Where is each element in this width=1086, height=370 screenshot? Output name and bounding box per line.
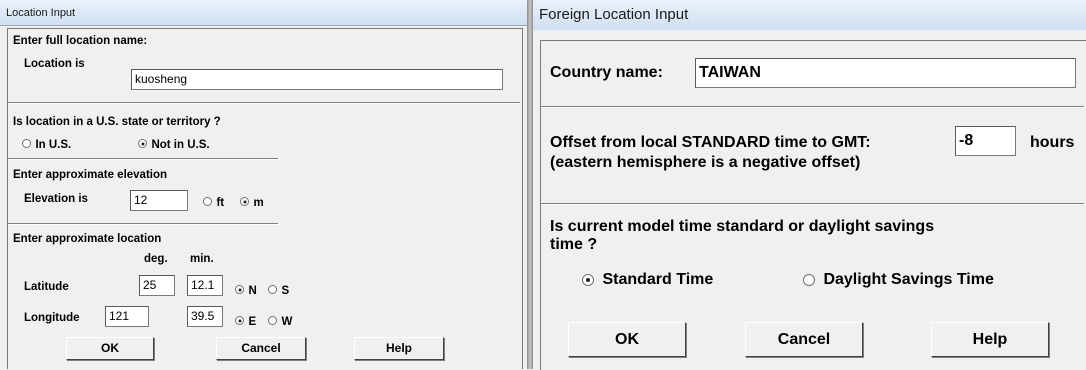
- location-name-input[interactable]: kuosheng: [131, 69, 503, 90]
- latitude-deg-input[interactable]: 25: [139, 275, 175, 296]
- location-dialog-title: Location Input: [0, 0, 527, 26]
- offset-label: Offset from local STANDARD time to GMT:: [550, 134, 871, 151]
- divider: [541, 203, 1084, 205]
- deg-header: deg.: [144, 253, 168, 265]
- radio-unselected-icon: [803, 273, 815, 286]
- longitude-label: Longitude: [24, 312, 80, 324]
- radio-selected-icon: [138, 139, 147, 149]
- time-question-line1: Is current model time standard or daylig…: [550, 218, 935, 235]
- e-label: E: [248, 316, 257, 328]
- radio-unselected-icon: [22, 139, 31, 149]
- foreign-help-button[interactable]: Help: [931, 322, 1049, 357]
- country-name-label: Country name:: [550, 64, 663, 81]
- divider: [541, 106, 1084, 108]
- radio-selected-icon: [240, 197, 249, 207]
- location-help-button[interactable]: Help: [354, 337, 444, 360]
- m-label: m: [253, 197, 264, 209]
- hours-label: hours: [1030, 134, 1075, 151]
- standard-time-label: Standard Time: [602, 271, 714, 288]
- in-us-label: In U.S.: [35, 139, 72, 151]
- foreign-cancel-button[interactable]: Cancel: [745, 322, 863, 357]
- east-radio[interactable]: E: [235, 312, 256, 330]
- radio-unselected-icon: [268, 285, 277, 295]
- latitude-label: Latitude: [24, 281, 69, 293]
- west-radio[interactable]: W: [268, 312, 292, 330]
- elevation-input[interactable]: 12: [130, 190, 188, 211]
- daylight-savings-radio[interactable]: Daylight Savings Time: [803, 271, 994, 289]
- longitude-deg-input[interactable]: 121: [105, 306, 149, 327]
- radio-selected-icon: [235, 316, 244, 326]
- standard-time-radio[interactable]: Standard Time: [582, 271, 713, 289]
- north-radio[interactable]: N: [235, 281, 257, 299]
- not-in-us-radio[interactable]: Not in U.S.: [138, 135, 210, 153]
- not-in-us-label: Not in U.S.: [151, 139, 210, 151]
- n-label: N: [248, 285, 257, 297]
- location-cancel-button[interactable]: Cancel: [216, 337, 306, 360]
- min-header: min.: [190, 253, 214, 265]
- in-us-radio[interactable]: In U.S.: [22, 135, 71, 153]
- divider: [8, 223, 278, 225]
- offset-note: (eastern hemisphere is a negative offset…: [550, 154, 861, 171]
- radio-unselected-icon: [203, 197, 212, 207]
- elevation-is-label: Elevation is: [24, 193, 88, 205]
- latitude-min-input[interactable]: 12.1: [187, 275, 223, 296]
- enter-full-name-label: Enter full location name:: [13, 35, 148, 47]
- daylight-savings-label: Daylight Savings Time: [823, 271, 994, 288]
- radio-selected-icon: [235, 285, 244, 295]
- foreign-ok-button[interactable]: OK: [568, 322, 686, 357]
- s-label: S: [281, 285, 290, 297]
- divider: [8, 158, 278, 160]
- foreign-dialog-panel: [540, 40, 1086, 370]
- divider: [8, 102, 520, 104]
- ft-label: ft: [216, 197, 225, 209]
- us-question-label: Is location in a U.S. state or territory…: [13, 116, 221, 128]
- elevation-heading: Enter approximate elevation: [13, 169, 168, 181]
- feet-radio[interactable]: ft: [203, 193, 224, 211]
- w-label: W: [281, 316, 293, 328]
- radio-unselected-icon: [268, 316, 277, 326]
- location-ok-button[interactable]: OK: [66, 337, 154, 360]
- meters-radio[interactable]: m: [240, 193, 264, 211]
- country-name-input[interactable]: TAIWAN: [695, 58, 1076, 88]
- longitude-min-input[interactable]: 39.5: [187, 306, 223, 327]
- offset-input[interactable]: -8: [955, 126, 1016, 156]
- location-is-label: Location is: [24, 58, 85, 70]
- south-radio[interactable]: S: [268, 281, 289, 299]
- radio-selected-icon: [582, 273, 594, 286]
- foreign-dialog-title: Foreign Location Input: [533, 0, 1086, 30]
- location-heading: Enter approximate location: [13, 233, 162, 245]
- time-question-line2: time ?: [550, 236, 598, 253]
